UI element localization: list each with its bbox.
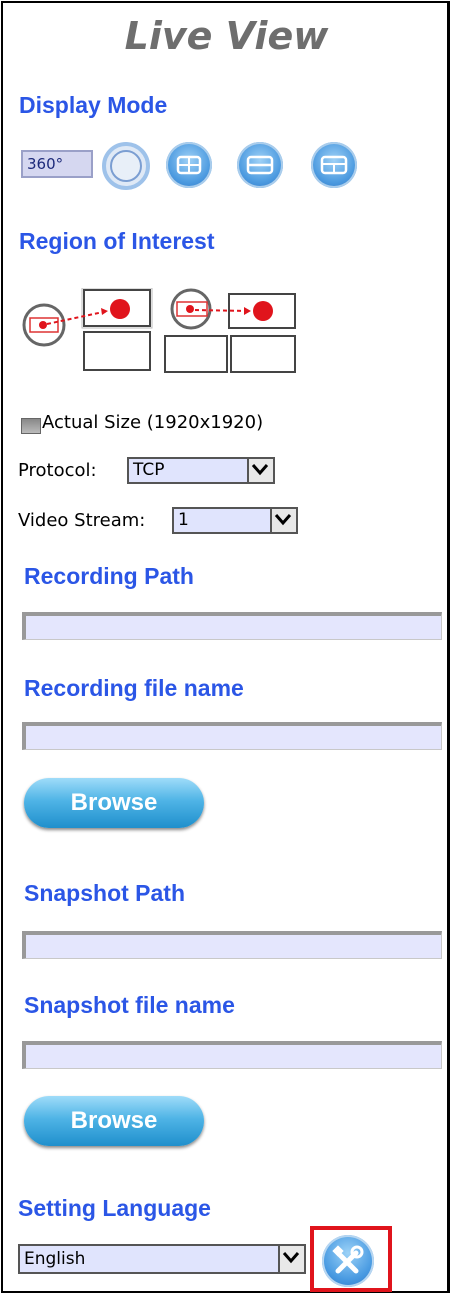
view-360-icon: 360° [27,155,64,173]
snapshot-file-field[interactable] [22,1041,442,1069]
dual-view-icon [246,155,274,175]
recording-file-heading: Recording file name [24,675,244,701]
roi-single-button[interactable] [22,287,154,376]
roi-single-icon [22,287,153,371]
snapshot-browse-button[interactable]: Browse [24,1096,204,1146]
dropdown-arrow-icon [247,459,273,482]
recording-browse-button[interactable]: Browse [24,778,204,828]
dropdown-arrow-icon [278,1246,304,1272]
recording-path-heading: Recording Path [24,563,194,589]
recording-path-field[interactable] [22,612,442,640]
dual-view-button[interactable] [237,142,283,188]
language-value: English [24,1249,86,1269]
quad-view-icon [176,155,202,175]
roi-dual-button[interactable] [163,288,299,376]
display-mode-heading: Display Mode [19,92,168,118]
language-select[interactable]: English [18,1244,306,1274]
page-title: Live View [124,14,329,58]
triple-view-button[interactable] [311,142,357,188]
dropdown-arrow-icon [270,509,296,532]
language-heading: Setting Language [18,1195,211,1221]
roi-heading: Region of Interest [19,228,215,254]
fisheye-mode-button[interactable] [98,142,154,190]
snapshot-path-field[interactable] [22,931,442,959]
snapshot-file-heading: Snapshot file name [24,992,235,1018]
recording-file-field[interactable] [22,722,442,750]
protocol-select[interactable]: TCP [127,457,275,484]
tools-icon [332,1245,364,1274]
video-stream-value: 1 [178,510,189,530]
protocol-label: Protocol: [18,460,97,481]
actual-size-checkbox[interactable] [21,418,41,434]
protocol-value: TCP [133,460,165,480]
video-stream-label: Video Stream: [18,510,146,531]
view-360-button[interactable]: 360° [21,150,93,178]
circle-icon [102,142,150,190]
snapshot-path-heading: Snapshot Path [24,880,186,906]
triple-view-icon [320,155,348,175]
quad-view-button[interactable] [166,142,212,188]
roi-dual-icon [164,288,296,373]
settings-tools-button[interactable] [322,1235,374,1287]
actual-size-label: Actual Size (1920x1920) [42,412,264,433]
video-stream-select[interactable]: 1 [172,507,298,534]
